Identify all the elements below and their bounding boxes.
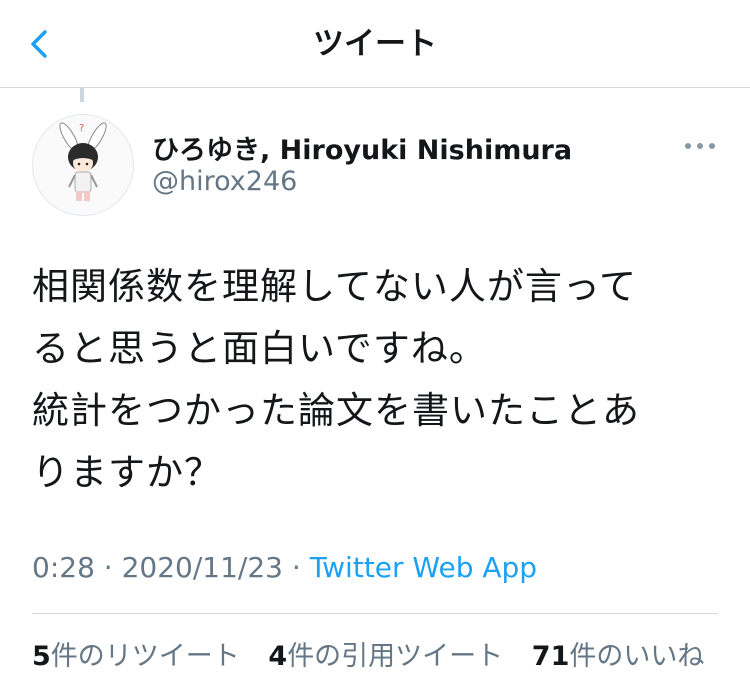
meta-separator: · (282, 551, 310, 584)
quotes-count: 4 (268, 641, 288, 672)
more-options-icon (685, 143, 715, 149)
tweet-text-line: りますか？ (32, 451, 222, 494)
likes-stat[interactable]: 71件のいいね (532, 634, 705, 673)
tweet-text-line: 相関係数を理解してない人が言って (32, 265, 638, 308)
tweet-time: 0:28 (32, 551, 95, 584)
author-display-name[interactable]: ひろゆき, Hiroyuki Nishimura (152, 128, 572, 167)
thread-connector-line (80, 88, 84, 102)
likes-label: 件のいいね (569, 641, 705, 672)
retweets-stat[interactable]: 5件のリツイート (32, 634, 240, 673)
tweet-date: 2020/11/23 (121, 551, 283, 584)
svg-text:?: ? (79, 123, 84, 134)
retweets-label: 件のリツイート (50, 641, 240, 672)
tweet-stats: 5件のリツイート 4件の引用ツイート 71件のいいね (32, 634, 724, 678)
tweet-text-line: 統計をつかった論文を書いたことあ (32, 389, 640, 432)
tweet-text-line: ると思うと面白いですね。 (32, 327, 487, 370)
author-handle[interactable]: @hirox246 (152, 166, 297, 197)
meta-separator: · (94, 551, 122, 584)
quotes-label: 件の引用ツイート (287, 641, 504, 672)
retweets-count: 5 (32, 641, 51, 672)
likes-count: 71 (531, 641, 570, 672)
page-title: ツイート (313, 26, 437, 62)
tweet-text: 相関係数を理解してない人が言って ると思うと面白いですね。 統計をつかった論文を… (32, 256, 722, 504)
quote-tweets-stat[interactable]: 4件の引用ツイート (268, 634, 503, 673)
top-navigation-bar: ツイート (0, 0, 750, 88)
avatar[interactable]: ? (32, 114, 134, 216)
chevron-left-icon (31, 30, 47, 58)
avatar-image: ? (59, 122, 107, 201)
tweet-metadata: 0:28 · 2020/11/23 · Twitter Web App (32, 551, 537, 584)
divider (32, 613, 718, 614)
tweet-source-link[interactable]: Twitter Web App (310, 551, 537, 584)
back-button[interactable] (20, 24, 60, 64)
more-options-button[interactable] (682, 134, 718, 158)
